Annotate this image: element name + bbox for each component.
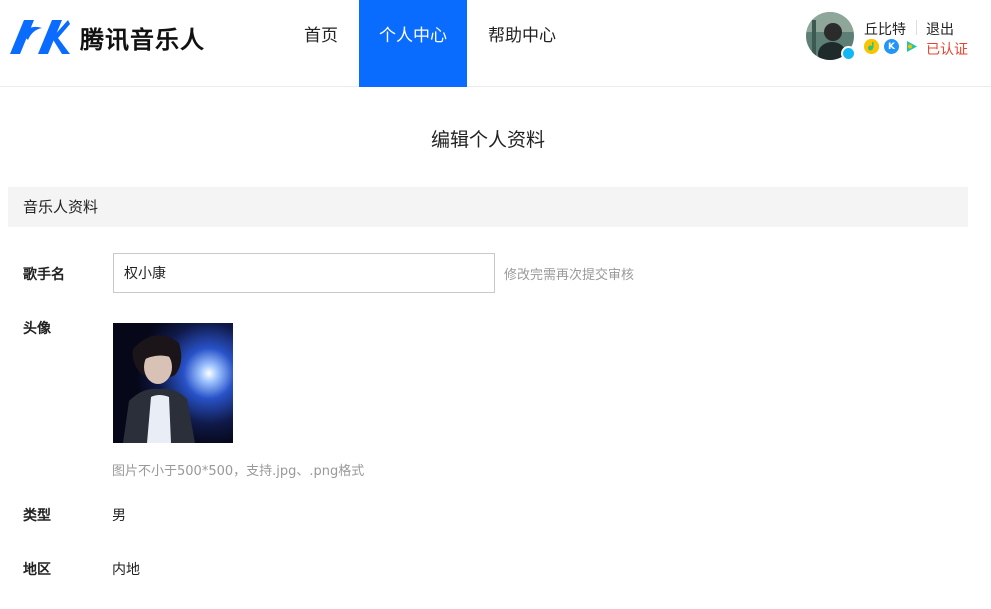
avatar-photo [113, 323, 233, 443]
qq-badge-icon [841, 46, 856, 61]
main-nav: 首页 个人中心 帮助中心 [283, 0, 577, 87]
nav-help-center[interactable]: 帮助中心 [467, 0, 577, 87]
singer-name-input[interactable] [113, 253, 495, 293]
avatar-hint: 图片不小于500*500，支持.jpg、.png格式 [112, 464, 365, 479]
region-value: 内地 [112, 562, 140, 578]
qq-music-icon [864, 39, 879, 54]
kuwo-icon [904, 39, 919, 54]
verified-status: 已认证 [926, 42, 968, 58]
platform-icons: K [864, 39, 919, 54]
singer-name-hint: 修改完需再次提交审核 [504, 268, 635, 283]
avatar-label: 头像 [23, 321, 51, 337]
type-label: 类型 [23, 508, 51, 524]
tencent-musician-logo-icon [10, 20, 70, 54]
singer-name-label: 歌手名 [23, 267, 65, 283]
section-header: 音乐人资料 [8, 187, 968, 227]
user-panel: 丘比特 退出 K 已认证 [806, 12, 991, 64]
page-title: 编辑个人资料 [430, 129, 545, 151]
kugou-icon: K [884, 39, 899, 54]
brand-logo[interactable]: 腾讯音乐人 [8, 18, 208, 56]
region-label: 地区 [23, 562, 51, 578]
divider [916, 20, 917, 35]
nav-home[interactable]: 首页 [283, 0, 359, 87]
user-name[interactable]: 丘比特 [864, 19, 906, 39]
logout-link[interactable]: 退出 [926, 19, 954, 39]
avatar-upload-image[interactable] [113, 323, 233, 443]
nav-personal-center[interactable]: 个人中心 [359, 0, 467, 87]
top-header: 腾讯音乐人 首页 个人中心 帮助中心 丘比特 退出 K 已认证 [0, 0, 991, 87]
type-value: 男 [112, 508, 126, 524]
brand-name: 腾讯音乐人 [80, 25, 205, 54]
